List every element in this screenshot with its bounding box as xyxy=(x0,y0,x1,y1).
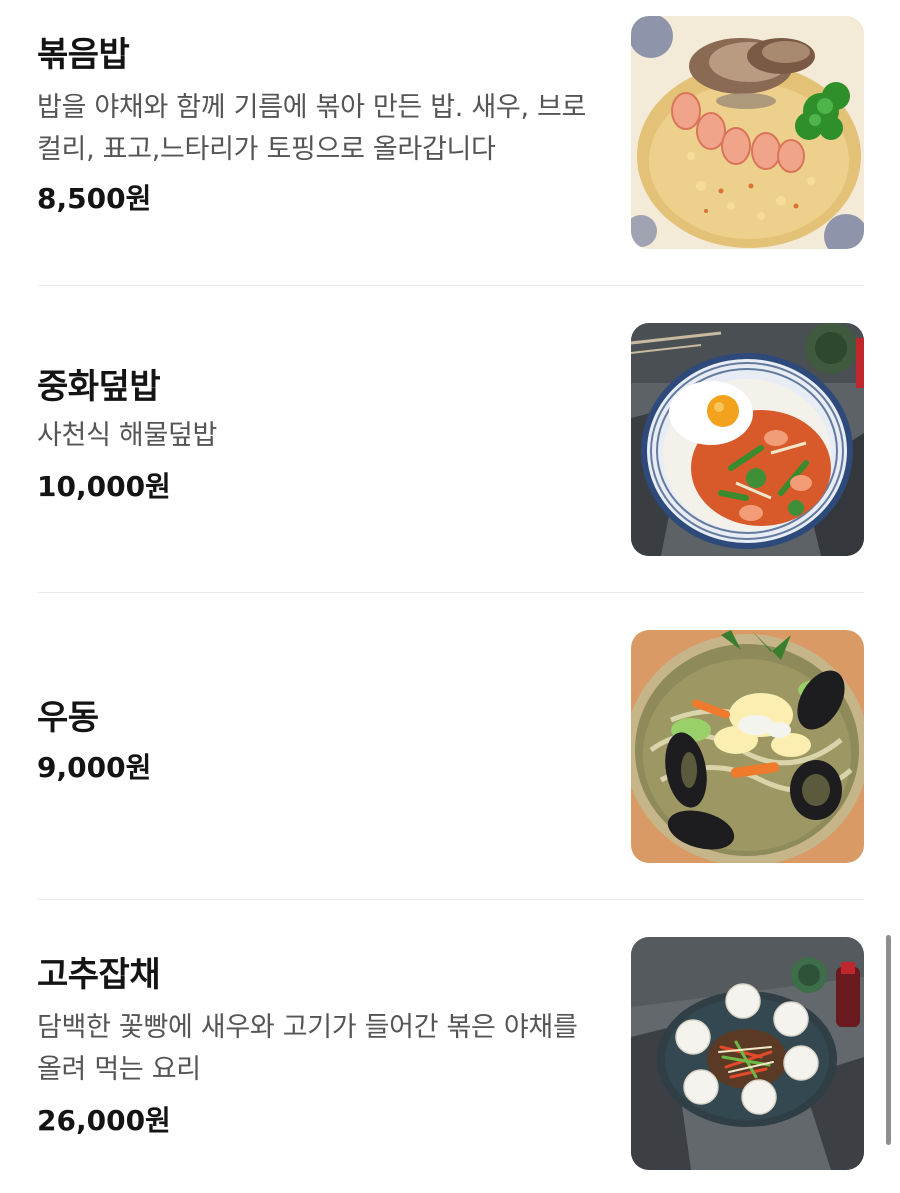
menu-item-japchae[interactable]: 고추잡채 담백한 꽃빵에 새우와 고기가 들어간 볶은 야채를 올려 먹는 요리… xyxy=(37,937,864,1170)
rice-bowl-photo xyxy=(631,323,864,556)
menu-item-fried-rice[interactable]: 볶음밥 밥을 야채와 함께 기름에 볶아 만든 밥. 새우, 브로컬리, 표고,… xyxy=(37,16,864,249)
udon-photo xyxy=(631,630,864,863)
scrollbar[interactable] xyxy=(886,935,891,1145)
menu-list: 볶음밥 밥을 야채와 함께 기름에 볶아 만든 밥. 새우, 브로컬리, 표고,… xyxy=(0,0,900,1193)
item-name: 우동 xyxy=(37,698,99,738)
item-description: 사천식 해물덮밥 xyxy=(37,420,218,451)
japchae-photo xyxy=(631,937,864,1170)
item-info: 우동 9,000원 xyxy=(37,696,607,788)
menu-item-rice-bowl[interactable]: 중화덮밥 사천식 해물덮밥 10,000원 xyxy=(37,323,864,556)
item-name: 고추잡채 xyxy=(37,955,161,995)
menu-item-udon[interactable]: 우동 9,000원 xyxy=(37,630,864,863)
divider xyxy=(37,899,864,900)
divider xyxy=(37,592,864,593)
item-info: 중화덮밥 사천식 해물덮밥 10,000원 xyxy=(37,365,607,507)
item-price: 9,000원 xyxy=(37,751,152,784)
item-price: 10,000원 xyxy=(37,470,171,503)
item-description: 담백한 꽃빵에 새우와 고기가 들어간 볶은 야채를 올려 먹는 요리 xyxy=(37,1012,578,1085)
item-description: 밥을 야채와 함께 기름에 볶아 만든 밥. 새우, 브로컬리, 표고,느타리가… xyxy=(37,92,587,165)
fried-rice-photo xyxy=(631,16,864,249)
item-price: 8,500원 xyxy=(37,182,152,215)
item-name: 중화덮밥 xyxy=(37,367,161,407)
item-price: 26,000원 xyxy=(37,1104,171,1137)
item-info: 고추잡채 담백한 꽃빵에 새우와 고기가 들어간 볶은 야채를 올려 먹는 요리… xyxy=(37,953,607,1141)
item-name: 볶음밥 xyxy=(37,35,130,75)
item-info: 볶음밥 밥을 야채와 함께 기름에 볶아 만든 밥. 새우, 브로컬리, 표고,… xyxy=(37,33,607,219)
divider xyxy=(37,285,864,286)
